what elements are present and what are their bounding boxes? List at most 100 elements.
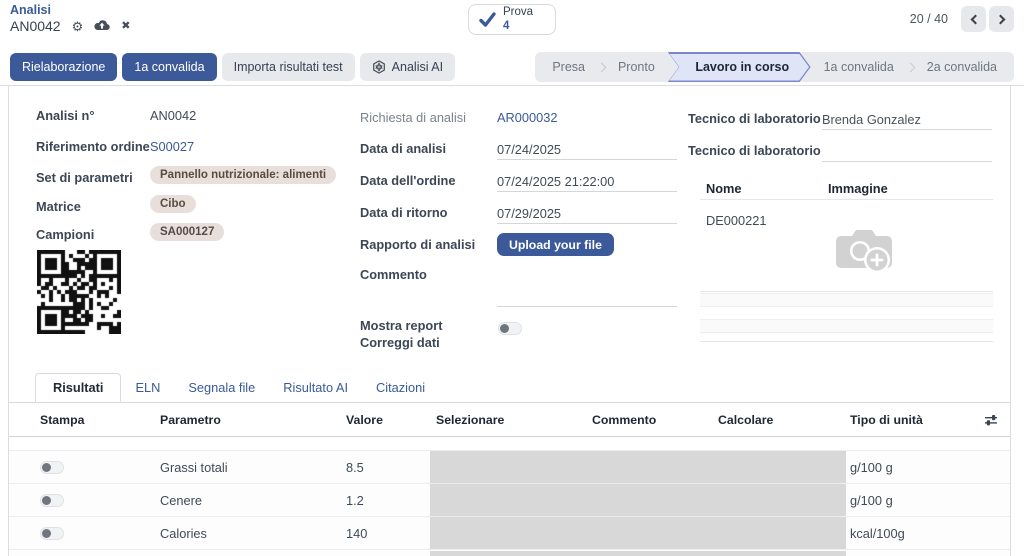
breadcrumb[interactable]: Analisi: [10, 3, 51, 17]
col-header-tipo-di-unita[interactable]: Tipo di unità: [850, 413, 923, 427]
print-toggle[interactable]: [40, 461, 64, 474]
cloud-upload-icon[interactable]: [94, 19, 110, 33]
images-table-row-name[interactable]: DE000221: [706, 213, 766, 228]
statusbar-step-active-label: Lavoro in corso: [669, 54, 809, 81]
adjust-columns-icon[interactable]: [984, 414, 998, 426]
upload-file-button[interactable]: Upload your file: [497, 233, 614, 256]
return-date-input[interactable]: 07/29/2025: [497, 206, 677, 224]
statusbar-step-presa[interactable]: Presa: [539, 60, 598, 74]
tab-segnala-file[interactable]: Segnala file: [174, 373, 269, 402]
chevron-left-icon: [970, 14, 980, 24]
unit-cell[interactable]: g/100 g: [850, 460, 893, 475]
sheet-right-border: [1010, 86, 1011, 556]
lab-technician-2-label: Tecnico di laboratorio: [688, 143, 821, 158]
table-row[interactable]: Calories 140 kcal/100g: [9, 517, 1010, 550]
gear-icon[interactable]: ⚙: [72, 20, 84, 33]
pager-counter: 20 / 40: [909, 12, 948, 26]
check-icon: [479, 12, 496, 27]
pager-next-button[interactable]: [989, 6, 1014, 32]
statusbar-step-1a-convalida[interactable]: 1a convalida: [811, 60, 907, 74]
analysis-no-label: Analisi n°: [36, 108, 95, 123]
disabled-cells: [430, 484, 846, 516]
test-stat-button[interactable]: Prova 4: [468, 4, 556, 35]
order-date-input[interactable]: 07/24/2025 21:22:00: [497, 174, 677, 192]
record-header: AN0042 ⚙ ✖: [10, 18, 130, 34]
results-table-header: Stampa Parametro Valore Selezionare Comm…: [9, 403, 1010, 437]
tab-risultati[interactable]: Risultati: [35, 373, 122, 402]
stat-button-value: 4: [503, 19, 510, 32]
col-header-commento[interactable]: Commento: [592, 413, 656, 427]
col-header-calcolare[interactable]: Calcolare: [718, 413, 773, 427]
matrix-label: Matrice: [36, 199, 81, 214]
request-label: Richiesta di analisi: [360, 110, 466, 125]
comment-input[interactable]: [497, 289, 677, 307]
cloud-upload-glyph: [94, 20, 110, 31]
first-validation-button[interactable]: 1a convalida: [122, 53, 217, 81]
fix-data-label: Correggi dati: [360, 335, 440, 350]
statusbar: Presa Pronto Lavoro in corso 1a convalid…: [535, 52, 1014, 82]
import-results-button[interactable]: Importa risultati test: [221, 53, 355, 81]
col-header-valore[interactable]: Valore: [346, 413, 383, 427]
param-set-badge[interactable]: Pannello nutrizionale: alimenti: [150, 166, 337, 184]
statusbar-step-active[interactable]: Lavoro in corso: [668, 52, 811, 82]
show-report-toggle[interactable]: [498, 322, 522, 335]
stat-button-label: Prova: [503, 6, 534, 19]
print-toggle[interactable]: [40, 527, 64, 540]
table-row[interactable]: Cenere 1.2 g/100 g: [9, 484, 1010, 517]
parameter-cell[interactable]: Calories: [160, 526, 207, 541]
qr-code-image: [37, 250, 121, 334]
tab-citazioni[interactable]: Citazioni: [362, 373, 439, 402]
analysis-date-label: Data di analisi: [360, 141, 447, 156]
value-cell[interactable]: 8.5: [346, 460, 364, 475]
ai-analysis-button[interactable]: Analisi AI: [359, 53, 456, 81]
col-header-parametro[interactable]: Parametro: [160, 413, 221, 427]
matrix-badge[interactable]: Cibo: [150, 195, 196, 213]
images-table-name-header: Nome: [706, 181, 742, 196]
parameter-cell[interactable]: Cenere: [160, 493, 202, 508]
table-row[interactable]: Grassi totali 8.5 g/100 g: [9, 451, 1010, 484]
tab-risultato-ai[interactable]: Risultato AI: [269, 373, 362, 402]
parameter-cell[interactable]: Grassi totali: [160, 460, 228, 475]
images-table-header-border: [700, 199, 993, 200]
analysis-date-input[interactable]: 07/24/2025: [497, 142, 677, 160]
table-row-spacer: [9, 437, 1010, 451]
empty-list-row: [700, 319, 993, 333]
toggle-knob: [42, 529, 51, 538]
analysis-form-page: Analisi AN0042 ⚙ ✖ Prova 4 20 / 40 Riela…: [0, 0, 1024, 556]
camera-plus-icon[interactable]: [833, 226, 895, 276]
lab-technician-2-input[interactable]: [822, 144, 992, 162]
samples-badge[interactable]: SA000127: [150, 223, 225, 241]
statusbar-step-pronto[interactable]: Pronto: [605, 60, 668, 74]
col-header-selezionare[interactable]: Selezionare: [436, 413, 504, 427]
analysis-no-value: AN0042: [150, 108, 197, 123]
return-date-label: Data di ritorno: [360, 205, 448, 220]
unit-cell[interactable]: kcal/100g: [850, 526, 905, 541]
lab-technician-input[interactable]: Brenda Gonzalez: [822, 112, 992, 130]
pager-prev-button[interactable]: [961, 6, 986, 32]
chevron-right-icon: [995, 14, 1005, 24]
lab-technician-label: Tecnico di laboratorio: [688, 111, 821, 126]
empty-list-row: [700, 293, 993, 307]
order-ref-link[interactable]: S00027: [150, 139, 194, 154]
disabled-cells: [430, 517, 846, 549]
tab-eln[interactable]: ELN: [121, 373, 174, 402]
images-table-bottom-border: [700, 341, 993, 342]
toggle-knob: [42, 463, 51, 472]
statusbar-step-2a-convalida[interactable]: 2a convalida: [914, 60, 1010, 74]
value-cell[interactable]: 140: [346, 526, 367, 541]
show-report-label: Mostra report: [360, 318, 443, 333]
disabled-cells: [430, 451, 846, 483]
toggle-knob: [42, 496, 51, 505]
unit-cell[interactable]: g/100 g: [850, 493, 893, 508]
param-set-label: Set di parametri: [36, 170, 133, 185]
images-table-image-header: Immagine: [828, 181, 888, 196]
value-cell[interactable]: 1.2: [346, 493, 364, 508]
toggle-knob: [500, 324, 509, 333]
col-header-stampa[interactable]: Stampa: [40, 413, 84, 427]
request-link[interactable]: AR000032: [497, 110, 557, 125]
print-toggle[interactable]: [40, 494, 64, 507]
table-row-partial: [9, 551, 1010, 556]
close-icon[interactable]: ✖: [121, 20, 130, 32]
record-title: AN0042: [10, 18, 61, 34]
reprocess-button[interactable]: Rielaborazione: [10, 53, 118, 81]
